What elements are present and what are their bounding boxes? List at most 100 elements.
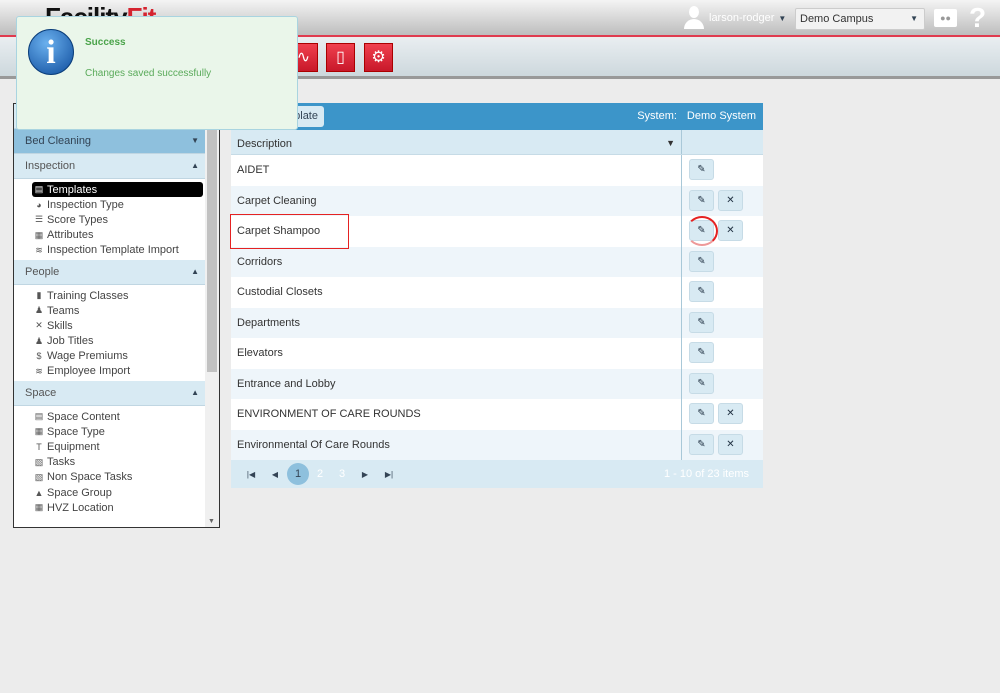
sidebar-item-equipment[interactable]: T Equipment — [14, 439, 205, 454]
prev-page-icon[interactable]: ◀ — [263, 470, 287, 479]
chat-icon[interactable]: ●● — [934, 9, 957, 27]
description-text: Entrance and Lobby — [237, 377, 336, 390]
table-row: Corridors ✎ — [231, 246, 763, 277]
description-cell: Carpet Cleaning — [231, 185, 682, 216]
sidebar-item-attributes[interactable]: ▦ Attributes — [14, 228, 205, 243]
pencil-icon: ✎ — [697, 255, 706, 267]
scroll-down-icon[interactable]: ▼ — [208, 518, 215, 525]
description-cell: Departments — [231, 307, 682, 338]
table-row: Custodial Closets ✎ — [231, 277, 763, 308]
item-label: Attributes — [47, 229, 94, 242]
sidebar-item-job-titles[interactable]: ♟ Job Titles — [14, 334, 205, 349]
scrollbar[interactable]: ▼ — [205, 104, 219, 527]
edit-button[interactable]: ✎ — [689, 159, 714, 180]
help-icon[interactable]: ? — [969, 2, 986, 34]
column-label: Description — [237, 138, 293, 150]
description-cell: Corridors — [231, 246, 682, 277]
page-1[interactable]: 1 — [287, 463, 309, 485]
templates-grid: Add Template System:Demo System Descript… — [230, 103, 763, 488]
next-page-icon[interactable]: ▶ — [353, 470, 377, 479]
edit-button[interactable]: ✎ — [689, 281, 714, 302]
caret-down-icon: ▼ — [778, 13, 787, 23]
edit-button[interactable]: ✎ — [689, 250, 714, 272]
gears-icon[interactable]: ⚙ — [364, 43, 393, 72]
item-icon: $ — [36, 351, 42, 362]
edit-button[interactable]: ✎ — [689, 372, 714, 394]
sidebar-section-people[interactable]: People ▲ — [14, 259, 205, 285]
sidebar-item-inspection-template-import[interactable]: ≋ Inspection Template Import — [14, 243, 205, 258]
sidebar-item-space-type[interactable]: ▦ Space Type — [14, 424, 205, 439]
page-2[interactable]: 2 — [309, 468, 331, 480]
sidebar-item-non-space-tasks[interactable]: ▧ Non Space Tasks — [14, 470, 205, 485]
sidebar-item-employee-import[interactable]: ≋ Employee Import — [14, 364, 205, 379]
description-cell: Environmental Of Care Rounds — [231, 429, 682, 460]
pencil-icon: ✎ — [697, 377, 706, 389]
sidebar-item-training-classes[interactable]: ▮ Training Classes — [14, 288, 205, 303]
pencil-icon: ✎ — [697, 408, 706, 419]
sidebar-item-score-types[interactable]: ☰ Score Types — [14, 212, 205, 227]
description-text: Departments — [237, 316, 300, 329]
campus-value: Demo Campus — [800, 13, 874, 25]
edit-button[interactable]: ✎ — [689, 403, 714, 424]
user-menu[interactable]: larson-rodger ▼ — [683, 6, 786, 30]
sidebar-item-skills[interactable]: ✕ Skills — [14, 318, 205, 333]
sidebar-section-space[interactable]: Space ▲ — [14, 381, 205, 407]
annotation-circle — [686, 216, 718, 246]
system-info: System: Demo System — [627, 110, 756, 122]
sidebar-item-templates[interactable]: ▤ Templates — [32, 182, 203, 198]
sidebar-section-inspection[interactable]: Inspection ▲ — [14, 154, 205, 179]
pencil-icon: ✎ — [697, 347, 706, 358]
item-label: Teams — [47, 304, 80, 317]
chevron-up-icon: ▲ — [191, 161, 199, 170]
item-icon: ♟ — [34, 335, 44, 346]
filter-icon[interactable]: ▼ — [666, 138, 675, 148]
item-label: Space Content — [47, 410, 120, 423]
sidebar-section-bed-cleaning[interactable]: Bed Cleaning ▼ — [14, 129, 205, 154]
item-icon: ▧ — [34, 456, 44, 467]
pencil-icon: ✎ — [697, 316, 706, 328]
item-icon: ▤ — [34, 411, 44, 422]
system-label: System: — [637, 110, 677, 122]
success-toast[interactable]: i Success Changes saved successfully — [16, 16, 298, 130]
description-text: Carpet Cleaning — [237, 194, 317, 207]
item-icon: T — [36, 442, 42, 453]
item-icon: ≋ — [35, 244, 43, 255]
edit-button[interactable]: ✎ — [689, 311, 714, 333]
username: larson-rodger — [709, 12, 775, 24]
scrollbar-thumb[interactable] — [207, 106, 217, 372]
item-icon: ◕ — [36, 199, 42, 210]
delete-button[interactable]: ✕ — [718, 189, 743, 211]
page-3[interactable]: 3 — [331, 468, 353, 480]
campus-select[interactable]: Demo Campus ▼ — [795, 8, 925, 30]
description-cell: Custodial Closets — [231, 277, 682, 308]
sidebar-item-space-group[interactable]: ▲ Space Group — [14, 485, 205, 500]
sidebar-item-wage-premiums[interactable]: $ Wage Premiums — [14, 349, 205, 364]
section-label: Bed Cleaning — [25, 135, 92, 147]
sidebar-item-teams[interactable]: ♟ Teams — [14, 303, 205, 318]
edit-button[interactable]: ✎ — [689, 342, 714, 363]
user-icon — [683, 6, 705, 30]
sidebar-item-inspection-type[interactable]: ◕ Inspection Type — [14, 197, 205, 212]
table-row: Entrance and Lobby ✎ — [231, 368, 763, 399]
column-description[interactable]: Description ▼ — [231, 130, 682, 154]
toast-message: Changes saved successfully — [85, 68, 212, 79]
sidebar-item-hvz-location[interactable]: ▦ HVZ Location — [14, 500, 205, 515]
section-label: Inspection — [25, 160, 76, 172]
edit-button[interactable]: ✎ — [689, 189, 714, 211]
edit-button[interactable]: ✎ — [689, 433, 714, 455]
delete-button[interactable]: ✕ — [718, 403, 743, 424]
first-page-icon[interactable]: |◀ — [239, 470, 263, 479]
item-icon: ▧ — [34, 471, 44, 482]
sidebar-item-tasks[interactable]: ▧ Tasks — [14, 455, 205, 470]
item-icon: ☰ — [34, 214, 44, 225]
delete-button[interactable]: ✕ — [718, 220, 743, 241]
document-icon[interactable]: ▯ — [326, 43, 355, 72]
item-label: Templates — [47, 183, 98, 196]
last-page-icon[interactable]: ▶| — [377, 470, 401, 479]
item-icon: ▮ — [36, 290, 42, 301]
pager: |◀ ◀ 1 2 3 ▶ ▶| 1 - 10 of 23 items — [231, 460, 763, 488]
description-text: ENVIRONMENT OF CARE ROUNDS — [237, 408, 421, 420]
delete-button[interactable]: ✕ — [718, 433, 743, 455]
sidebar-item-space-content[interactable]: ▤ Space Content — [14, 409, 205, 424]
item-icon: ▦ — [34, 426, 44, 437]
